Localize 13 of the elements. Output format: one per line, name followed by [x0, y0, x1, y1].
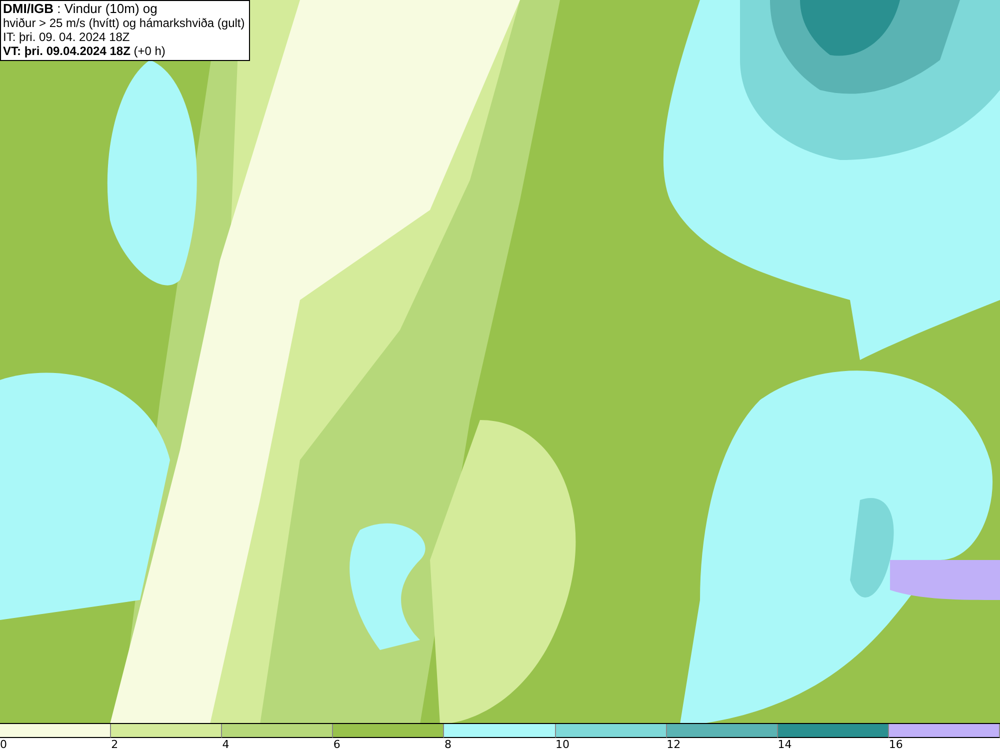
legend-tick-label: 14: [778, 738, 792, 752]
title-line: VT: þri. 09.04.2024 18Z (+0 h): [3, 44, 166, 58]
legend-tick-label: 8: [444, 738, 452, 752]
legend-tick-label: 6: [333, 738, 340, 752]
legend-tick-label: 0: [0, 738, 7, 752]
legend-tick-label: 16: [888, 738, 903, 752]
legend-tick-label: 10: [556, 738, 570, 752]
legend-tick-label: 4: [222, 738, 230, 752]
legend-tick-label: 12: [666, 738, 681, 752]
title-line: DMI/IGB : Vindur (10m) og: [3, 2, 158, 16]
title-line: IT: þri. 09. 04. 2024 18Z: [3, 30, 131, 44]
title-line: hviður > 25 m/s (hvítt) og hámarkshviða (gult): [3, 16, 245, 30]
legend-tick-label: 2: [111, 738, 118, 752]
